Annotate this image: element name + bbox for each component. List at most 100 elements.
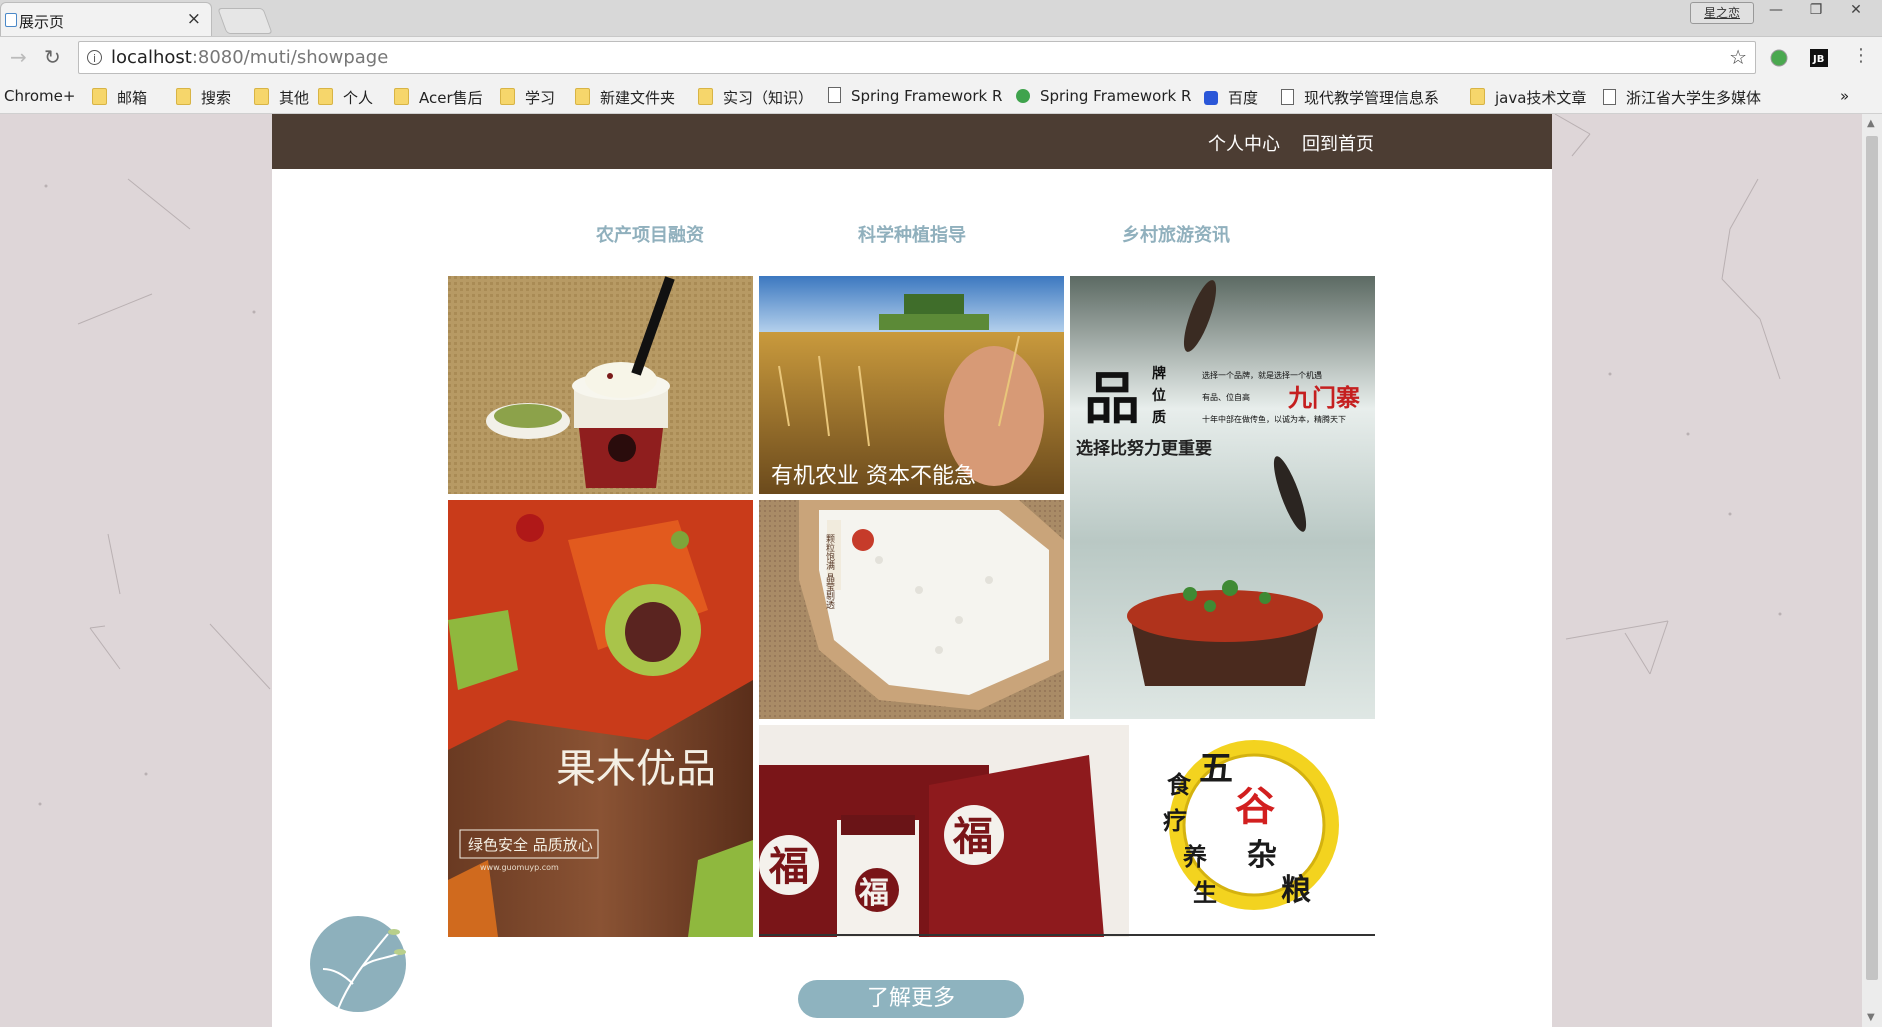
bookmark-item[interactable]: Chrome+: [4, 87, 75, 107]
scroll-down-icon[interactable]: ▼: [1867, 1012, 1875, 1023]
extension-jb-icon[interactable]: JB: [1810, 49, 1828, 67]
page-icon: [1281, 89, 1294, 105]
bookmark-item[interactable]: 搜索: [176, 87, 231, 107]
tile-brand-big-char: 品: [1084, 366, 1140, 432]
bookmark-label: 现代教学管理信息系: [1304, 89, 1440, 107]
folder-icon: [1470, 88, 1485, 105]
bookmark-label: 个人: [343, 89, 374, 107]
tile-fu-char-1: 福: [768, 843, 809, 890]
close-window-button[interactable]: ✕: [1836, 0, 1876, 22]
folder-icon: [254, 88, 269, 105]
learn-more-button[interactable]: 了解更多: [798, 980, 1024, 1018]
tab-close-icon[interactable]: ×: [187, 9, 201, 29]
category-planting-guide[interactable]: 科学种植指导: [858, 221, 966, 247]
bookmark-item[interactable]: 浙江省大学生多媒体: [1603, 87, 1761, 107]
tile-grain-char-7: 养: [1182, 842, 1207, 871]
bookmark-label: 浙江省大学生多媒体: [1626, 89, 1762, 107]
bookmark-label: Chrome+: [4, 87, 76, 105]
bookmark-label: 邮箱: [117, 89, 148, 107]
extension-green-icon[interactable]: [1770, 49, 1788, 67]
bookmark-label: 其他: [279, 89, 310, 107]
forward-arrow-icon[interactable]: →: [10, 45, 27, 69]
bookmark-item[interactable]: 新建文件夹: [575, 87, 675, 107]
profile-button[interactable]: 星之恋: [1690, 2, 1754, 24]
bookmark-item[interactable]: Spring Framework R: [1016, 87, 1191, 107]
folder-icon: [698, 88, 713, 105]
tile-rice-label: 颗粒饱满 晶莹剔透: [824, 534, 835, 610]
reload-icon[interactable]: ↻: [44, 45, 61, 69]
page-favicon-icon: [5, 13, 17, 27]
tile-fruit-image[interactable]: 果木优品 绿色安全 品质放心 www.guomuyp.com: [448, 500, 753, 937]
tile-fu-char-3: 福: [952, 813, 993, 860]
tile-organic-agriculture-image[interactable]: 有机农业 资本不能急: [759, 276, 1064, 494]
tile-brand-line-3: 十年中部在做传鱼，以诚为本，精腾天下: [1202, 414, 1346, 424]
tile-grain-char-1: 五: [1199, 749, 1233, 789]
folder-icon: [92, 88, 107, 105]
tile-brand-name: 九门寨: [1287, 383, 1360, 412]
tile-fruit-url: www.guomuyp.com: [480, 863, 559, 872]
new-tab-button[interactable]: [217, 8, 273, 34]
bookmark-label: java技术文章: [1495, 89, 1587, 107]
bookmark-item[interactable]: 现代教学管理信息系: [1281, 87, 1439, 107]
info-icon[interactable]: i: [87, 50, 102, 65]
home-link[interactable]: 回到首页: [1302, 130, 1374, 156]
tile-grain-char-5: 食: [1167, 770, 1192, 799]
tab-active[interactable]: 展示页 ×: [0, 2, 212, 36]
bookmark-label: 学习: [525, 89, 556, 107]
bookmark-item[interactable]: 邮箱: [92, 87, 147, 107]
url-text: localhost:8080/muti/showpage: [111, 47, 389, 68]
bookmark-label: 实习（知识）: [723, 89, 814, 107]
bookmark-item[interactable]: 其他: [254, 87, 309, 107]
folder-icon: [318, 88, 333, 105]
scroll-up-icon[interactable]: ▲: [1867, 118, 1875, 129]
address-bar[interactable]: i localhost:8080/muti/showpage ☆: [78, 41, 1756, 74]
category-financing[interactable]: 农产项目融资: [596, 221, 704, 247]
tile-brand-side-2: 位: [1152, 387, 1166, 404]
bookmark-label: 百度: [1228, 89, 1259, 107]
bookmark-item[interactable]: Acer售后: [394, 87, 483, 107]
bookmarks-bar: » Chrome+ 邮箱 搜索 其他 个人 Acer售后 学习 新建文件夹 实习（知识） Spri…: [0, 79, 1882, 114]
tile-fu-char-2: 福: [858, 876, 889, 911]
tile-grain-char-4: 粮: [1281, 873, 1311, 908]
tile-brand-side-3: 质: [1152, 409, 1166, 426]
page-scrollbar[interactable]: ▲ ▼: [1862, 114, 1882, 1027]
folder-icon: [500, 88, 515, 105]
svg-text:JB: JB: [1812, 54, 1824, 65]
tile-grain-banner-image[interactable]: 福 福 福 五 谷 杂 粮 食 疗 养 生: [759, 725, 1375, 937]
bookmarks-overflow-button[interactable]: »: [1840, 87, 1849, 107]
tile-brand-slogan: 选择比努力更重要: [1076, 438, 1212, 459]
bookmark-label: 搜索: [201, 89, 232, 107]
personal-center-link[interactable]: 个人中心: [1208, 130, 1280, 156]
category-rural-tourism[interactable]: 乡村旅游资讯: [1122, 221, 1230, 247]
bookmark-item[interactable]: 百度: [1204, 87, 1258, 107]
tile-brand-fish-image[interactable]: 品 牌 位 质 选择一个品牌，就是选择一个机遇 有品、位自高 十年中部在做传鱼，…: [1070, 276, 1375, 719]
tile-grain-char-3: 杂: [1247, 838, 1277, 873]
bookmark-label: Acer售后: [419, 89, 483, 107]
folder-icon: [394, 88, 409, 105]
top-nav-bar: 个人中心 回到首页: [272, 114, 1552, 169]
bookmark-item[interactable]: Spring Framework R: [828, 87, 1002, 107]
tile-brand-side-1: 牌: [1152, 365, 1166, 382]
minimize-button[interactable]: —: [1756, 0, 1796, 22]
bookmark-star-icon[interactable]: ☆: [1729, 45, 1747, 69]
bookmark-label: 新建文件夹: [600, 89, 676, 107]
tab-strip: 展示页 × 星之恋 — ❐ ✕: [0, 0, 1882, 37]
bookmark-item[interactable]: 学习: [500, 87, 555, 107]
site-logo-icon: [310, 916, 406, 1012]
bookmark-item[interactable]: java技术文章: [1470, 87, 1586, 107]
browser-toolbar: → ↻ i localhost:8080/muti/showpage ☆ JB …: [0, 37, 1882, 79]
bookmark-item[interactable]: 个人: [318, 87, 373, 107]
scrollbar-thumb[interactable]: [1866, 136, 1878, 980]
tile-grain-char-2: 谷: [1235, 783, 1275, 830]
tile-organic-caption: 有机农业 资本不能急: [771, 464, 976, 489]
bookmark-label: Spring Framework R: [1040, 87, 1192, 105]
tile-brand-line-2: 有品、位自高: [1202, 392, 1250, 402]
site-favicon-icon: [1204, 91, 1218, 105]
tile-grain-char-8: 生: [1193, 878, 1217, 907]
tab-title: 展示页: [19, 13, 65, 31]
maximize-button[interactable]: ❐: [1796, 0, 1836, 22]
menu-icon[interactable]: ⋮: [1852, 45, 1870, 66]
tile-milk-tea-image[interactable]: [448, 276, 753, 494]
tile-rice-image[interactable]: 颗粒饱满 晶莹剔透: [759, 500, 1064, 719]
bookmark-item[interactable]: 实习（知识）: [698, 87, 813, 107]
